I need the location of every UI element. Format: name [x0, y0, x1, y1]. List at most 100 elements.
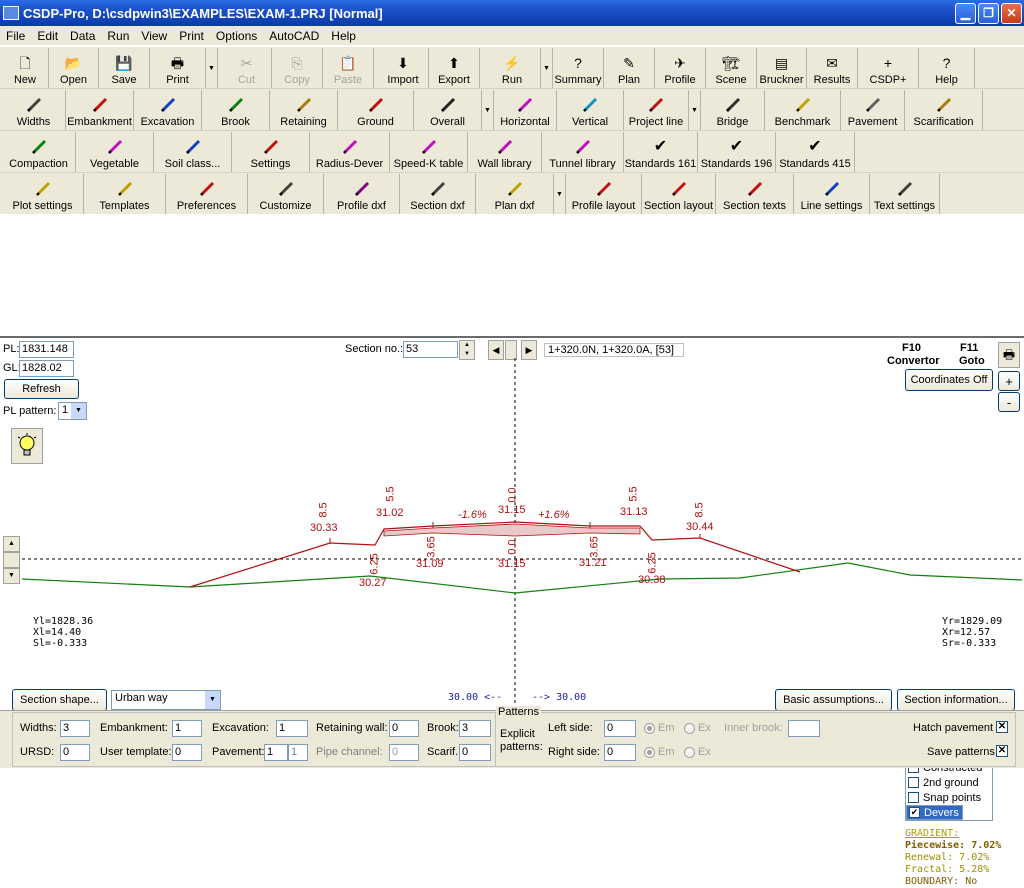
right-em-radio[interactable]: Em — [644, 746, 675, 758]
hatch-pavement-checkbox[interactable]: ✕ — [996, 721, 1008, 733]
toolbar-standards-415-button[interactable]: ✔ Standards 415 — [776, 132, 855, 172]
toolbar-excavation-button[interactable]: Excavation — [134, 90, 202, 130]
toolbar-save-button[interactable]: 💾 Save — [99, 48, 150, 88]
left-em-radio[interactable]: Em — [644, 722, 675, 734]
maximize-button[interactable]: ❐ — [978, 3, 999, 24]
toolbar-benchmark-button[interactable]: Benchmark — [765, 90, 841, 130]
menu-help[interactable]: Help — [325, 29, 362, 43]
toolbar-results-button[interactable]: ✉ Results — [807, 48, 858, 88]
toolbar-paste-button[interactable]: 📋 Paste — [323, 48, 374, 88]
chevron-down-icon[interactable]: ▼ — [689, 90, 701, 130]
menu-autocad[interactable]: AutoCAD — [263, 29, 325, 43]
toolbar-cut-button[interactable]: ✂ Cut — [222, 48, 272, 88]
toolbar-summary-button[interactable]: ? Summary — [553, 48, 604, 88]
toolbar-radius-dever-button[interactable]: Radius-Dever — [310, 132, 390, 172]
pavement-field[interactable]: 1 — [264, 744, 288, 761]
toolbar-vegetable-button[interactable]: Vegetable — [76, 132, 154, 172]
toolbar-section-texts-button[interactable]: Section texts — [716, 174, 794, 214]
menu-view[interactable]: View — [135, 29, 173, 43]
excavation-field[interactable]: 1 — [276, 720, 308, 737]
toolbar-bruckner-button[interactable]: ▤ Bruckner — [757, 48, 807, 88]
inner-brook-field[interactable] — [788, 720, 820, 737]
toolbar-standards-196-button[interactable]: ✔ Standards 196 — [698, 132, 776, 172]
toolbar-profile-button[interactable]: ✈ Profile — [655, 48, 706, 88]
layer-snap-points[interactable]: Snap points — [906, 790, 992, 805]
toolbar-compaction-button[interactable]: Compaction — [2, 132, 76, 172]
toolbar-wall-library-button[interactable]: Wall library — [468, 132, 542, 172]
toolbar-soil-class-button[interactable]: Soil class... — [154, 132, 232, 172]
basic-assumptions-button[interactable]: Basic assumptions... — [775, 689, 892, 711]
toolbar-section-dxf-button[interactable]: Section dxf — [400, 174, 476, 214]
toolbar-profile-layout-button[interactable]: Profile layout — [566, 174, 642, 214]
chevron-down-icon[interactable]: ▼ — [554, 174, 566, 214]
layer-checkbox[interactable] — [908, 777, 919, 788]
chevron-down-icon[interactable]: ▼ — [482, 90, 494, 130]
right-side-field[interactable]: 0 — [604, 744, 636, 761]
toolbar-widths-button[interactable]: Widths — [2, 90, 66, 130]
toolbar-vertical-button[interactable]: Vertical — [557, 90, 624, 130]
section-information-button[interactable]: Section information... — [897, 689, 1015, 711]
toolbar-print-button[interactable]: 🖶 Print — [150, 48, 206, 88]
chevron-down-icon[interactable]: ▼ — [206, 48, 218, 88]
toolbar-retaining-button[interactable]: Retaining — [270, 90, 338, 130]
toolbar-help-button[interactable]: ? Help — [919, 48, 975, 88]
toolbar-text-settings-button[interactable]: Text settings — [870, 174, 940, 214]
toolbar-scene-button[interactable]: 🏗 Scene — [706, 48, 757, 88]
toolbar-scarification-button[interactable]: Scarification — [905, 90, 983, 130]
brook-field[interactable]: 3 — [459, 720, 491, 737]
toolbar-overall-button[interactable]: Overall — [414, 90, 482, 130]
scarif-field[interactable]: 0 — [459, 744, 491, 761]
left-ex-radio[interactable]: Ex — [684, 722, 711, 734]
toolbar-copy-button[interactable]: ⎘ Copy — [272, 48, 323, 88]
toolbar-profile-dxf-button[interactable]: Profile dxf — [324, 174, 400, 214]
menu-file[interactable]: File — [0, 29, 31, 43]
toolbar-plan-button[interactable]: ✎ Plan — [604, 48, 655, 88]
template-select[interactable]: Urban way ▼ — [111, 690, 221, 710]
toolbar-project-line-button[interactable]: Project line — [624, 90, 689, 130]
right-ex-radio[interactable]: Ex — [684, 746, 711, 758]
section-shape-button[interactable]: Section shape... — [12, 689, 107, 711]
chevron-down-icon[interactable]: ▼ — [541, 48, 553, 88]
toolbar-pavement-button[interactable]: Pavement — [841, 90, 905, 130]
minimize-button[interactable]: ▁ — [955, 3, 976, 24]
layer-checkbox[interactable] — [908, 792, 919, 803]
toolbar-preferences-button[interactable]: Preferences — [166, 174, 248, 214]
layer-2nd-ground[interactable]: 2nd ground — [906, 775, 992, 790]
menu-options[interactable]: Options — [210, 29, 263, 43]
toolbar-standards-161-button[interactable]: ✔ Standards 161 — [624, 132, 698, 172]
retaining-wall-field[interactable]: 0 — [389, 720, 419, 737]
toolbar-brook-button[interactable]: Brook — [202, 90, 270, 130]
left-side-field[interactable]: 0 — [604, 720, 636, 737]
toolbar-tunnel-library-button[interactable]: Tunnel library — [542, 132, 624, 172]
toolbar-new-button[interactable]: 🗋 New — [2, 48, 49, 88]
pipe-channel-field[interactable]: 0 — [389, 744, 419, 761]
menu-run[interactable]: Run — [101, 29, 135, 43]
toolbar-run-button[interactable]: ⚡ Run — [484, 48, 541, 88]
toolbar-plot-settings-button[interactable]: Plot settings — [2, 174, 84, 214]
toolbar-speed-k-table-button[interactable]: Speed-K table — [390, 132, 468, 172]
menu-print[interactable]: Print — [173, 29, 210, 43]
toolbar-csdp-button[interactable]: + CSDP+ — [858, 48, 919, 88]
toolbar-customize-button[interactable]: Customize — [248, 174, 324, 214]
toolbar-embankment-button[interactable]: Embankment — [66, 90, 134, 130]
layer-checkbox[interactable]: ✔ — [909, 807, 920, 818]
layer-devers[interactable]: ✔ Devers — [906, 805, 963, 820]
close-button[interactable]: ✕ — [1001, 3, 1022, 24]
toolbar-import-button[interactable]: ⬇ Import — [378, 48, 429, 88]
menu-data[interactable]: Data — [64, 29, 101, 43]
toolbar-ground-button[interactable]: Ground — [338, 90, 414, 130]
toolbar-open-button[interactable]: 📂 Open — [49, 48, 99, 88]
toolbar-section-layout-button[interactable]: Section layout — [642, 174, 716, 214]
save-patterns-checkbox[interactable]: ✕ — [996, 745, 1008, 757]
menu-edit[interactable]: Edit — [31, 29, 64, 43]
widths-field[interactable]: 3 — [60, 720, 90, 737]
ursd-field[interactable]: 0 — [60, 744, 90, 761]
embankment-field[interactable]: 1 — [172, 720, 202, 737]
toolbar-settings-button[interactable]: Settings — [232, 132, 310, 172]
toolbar-export-button[interactable]: ⬆ Export — [429, 48, 480, 88]
toolbar-line-settings-button[interactable]: Line settings — [794, 174, 870, 214]
user-template-field[interactable]: 0 — [172, 744, 202, 761]
toolbar-templates-button[interactable]: Templates — [84, 174, 166, 214]
pavement-field-2[interactable]: 1 — [288, 744, 308, 761]
toolbar-bridge-button[interactable]: Bridge — [701, 90, 765, 130]
